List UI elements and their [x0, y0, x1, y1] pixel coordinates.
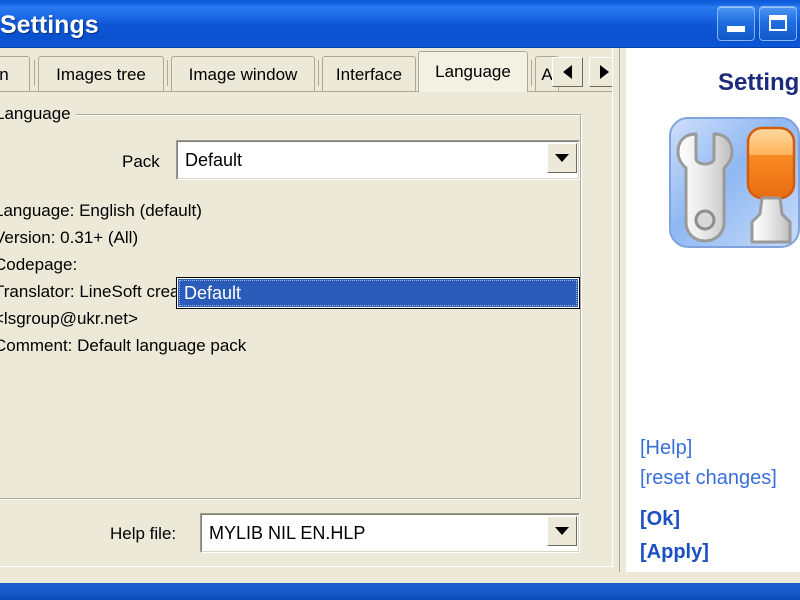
window-bottom-edge: [0, 583, 800, 600]
pack-combobox-field[interactable]: Default: [177, 141, 579, 179]
reset-changes-link[interactable]: [reset changes]: [640, 463, 777, 493]
info-line-version: Version: 0.31+ (All): [0, 228, 139, 247]
chevron-down-icon: [555, 527, 569, 535]
tab-label: Interface: [335, 64, 403, 84]
tab-label: n: [0, 64, 9, 84]
window-titlebar: Settings: [0, 0, 800, 48]
info-line-comment: Comment: Default language pack: [0, 336, 247, 355]
tab-scroll-left-button[interactable]: [552, 57, 583, 87]
tab-image-window[interactable]: Image window: [171, 56, 315, 92]
maximize-icon: [769, 15, 787, 31]
cancel-link[interactable]: [Cancel]: [640, 569, 777, 572]
language-settings-page: Language Pack Default Language: English …: [0, 92, 626, 572]
ok-link[interactable]: [Ok]: [640, 503, 777, 536]
help-file-combobox[interactable]: MYLIB NIL EN.HLP: [200, 513, 580, 553]
pack-combobox[interactable]: Default: [176, 140, 580, 180]
apply-link[interactable]: [Apply]: [640, 536, 777, 569]
settings-window: Settings n Images tree Image window Inte…: [0, 0, 800, 600]
tab-label: Language: [435, 62, 511, 81]
tab-language[interactable]: Language: [418, 51, 528, 92]
minimize-button[interactable]: [717, 6, 755, 41]
maximize-button[interactable]: [759, 6, 797, 41]
side-panel-title: Settings: [718, 69, 800, 96]
panel-divider: [612, 48, 627, 572]
tab-main[interactable]: n: [0, 56, 30, 92]
status-bar: [0, 566, 614, 584]
chevron-right-icon: [600, 65, 609, 79]
window-buttons: [717, 6, 797, 41]
help-file-label: Help file:: [110, 524, 177, 543]
pack-dropdown-list[interactable]: Default: [176, 277, 580, 309]
tools-wrench-screwdriver-icon: [662, 110, 800, 255]
pack-dropdown-option-default[interactable]: Default: [178, 279, 578, 307]
pack-combobox-value: Default: [185, 149, 243, 170]
help-file-combobox-arrow-button[interactable]: [547, 516, 577, 546]
info-line-language: Language: English (default): [0, 201, 202, 220]
language-groupbox-legend: Language: [0, 104, 76, 124]
window-title: Settings: [0, 11, 99, 39]
info-side-panel: Settings: [626, 48, 800, 572]
help-link[interactable]: [Help]: [640, 433, 777, 463]
minimize-icon: [727, 26, 745, 32]
side-panel-actions: [Help] [reset changes] [Ok] [Apply] [Can…: [640, 433, 777, 572]
help-file-combobox-field[interactable]: MYLIB NIL EN.HLP: [201, 514, 579, 552]
tab-label: Image window: [188, 64, 298, 84]
tab-strip: n Images tree Image window Interface Lan…: [0, 48, 626, 92]
tab-label: Images tree: [56, 64, 146, 84]
tab-images-tree[interactable]: Images tree: [38, 56, 164, 92]
info-line-codepage: Codepage:: [0, 255, 78, 274]
tab-label: A: [541, 64, 553, 84]
chevron-down-icon: [555, 154, 569, 162]
chevron-left-icon: [563, 65, 572, 79]
tab-interface[interactable]: Interface: [322, 56, 416, 92]
pack-label: Pack: [122, 152, 160, 171]
help-file-combobox-value: MYLIB NIL EN.HLP: [209, 522, 366, 543]
tab-separator: [318, 60, 319, 86]
tab-separator: [531, 60, 532, 86]
tab-separator: [167, 60, 168, 86]
pack-dropdown-option-label: Default: [184, 282, 242, 303]
info-line-email: <lsgroup@ukr.net>: [0, 309, 138, 328]
tab-separator: [34, 60, 35, 86]
pack-combobox-arrow-button[interactable]: [547, 143, 577, 173]
